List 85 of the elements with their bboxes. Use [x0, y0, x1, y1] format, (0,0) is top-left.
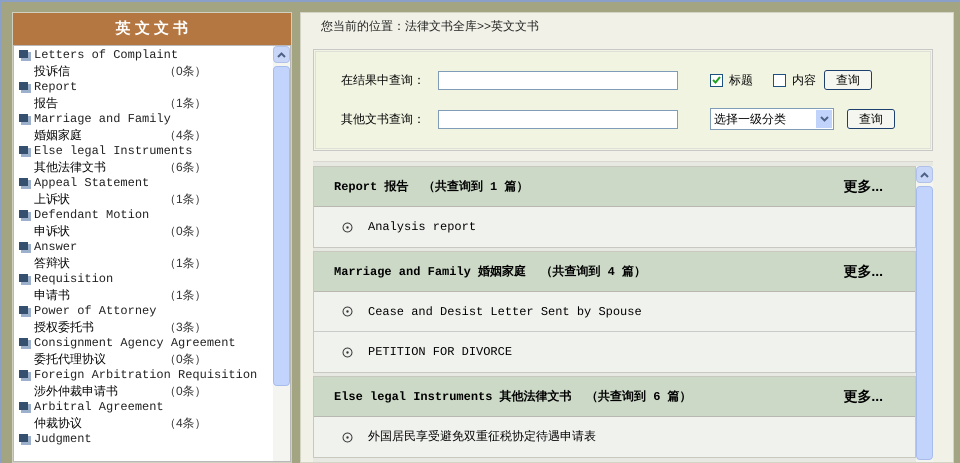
item-count: （0条）	[164, 223, 207, 240]
item-count: （1条）	[164, 95, 207, 112]
checkbox[interactable]	[710, 74, 723, 86]
square-bullet-icon	[18, 272, 32, 286]
category-link[interactable]: Else legal Instruments	[34, 142, 192, 160]
category-link[interactable]: Arbitral Agreement	[34, 398, 164, 416]
category-select[interactable]: 选择一级分类	[710, 108, 834, 130]
circled-dot-icon	[342, 306, 353, 317]
square-bullet-icon	[18, 432, 32, 446]
more-link[interactable]: 更多...	[843, 261, 883, 282]
item-count: （1条）	[164, 287, 207, 304]
query-button[interactable]: 查询	[824, 70, 872, 90]
circled-dot-icon	[342, 346, 353, 358]
item-count: （6条）	[164, 159, 207, 176]
square-bullet-icon	[18, 336, 32, 350]
scroll-up-button[interactable]	[273, 46, 290, 63]
category-link[interactable]: 仲裁协议	[34, 414, 164, 432]
check-icon	[712, 76, 721, 84]
breadcrumb: 您当前的位置：法律文书全库>>英文文书	[320, 18, 540, 35]
more-link[interactable]: 更多...	[843, 386, 883, 407]
category-link[interactable]: 申诉状	[34, 222, 164, 240]
category-link[interactable]: 授权委托书	[34, 318, 164, 336]
item-count: （3条）	[164, 319, 207, 336]
category-link[interactable]: Requisition	[34, 270, 114, 288]
item-count: （0条）	[164, 383, 207, 400]
item-count: （0条）	[164, 63, 207, 80]
item-count: （1条）	[164, 255, 207, 272]
category-link[interactable]: Consignment Agency Agreement	[34, 334, 236, 352]
item-count: （4条）	[164, 127, 207, 144]
category-link[interactable]: 婚姻家庭	[34, 126, 164, 144]
field-label: 在结果中查询：	[341, 72, 426, 89]
category-link[interactable]: 委托代理协议	[34, 350, 164, 368]
square-bullet-icon	[18, 208, 32, 222]
category-link[interactable]: Defendant Motion	[34, 206, 150, 224]
category-link[interactable]: Letters of Complaint	[34, 46, 178, 64]
document-link[interactable]: Cease and Desist Letter Sent by Spouse	[368, 302, 642, 320]
scroll-up-button[interactable]	[916, 166, 933, 183]
category-link[interactable]: 涉外仲裁申请书	[34, 382, 164, 400]
item-count: （1条）	[164, 191, 207, 208]
item-count: （0条）	[164, 351, 207, 368]
category-link[interactable]: Answer	[34, 238, 78, 256]
square-bullet-icon	[18, 112, 32, 126]
document-link[interactable]: 外国居民享受避免双重征税协定待遇申请表	[368, 428, 596, 446]
group-title: Report 报告 （共查询到 1 篇）	[334, 178, 528, 196]
more-link[interactable]: 更多...	[843, 176, 883, 197]
checkbox-label: 内容	[792, 72, 817, 89]
document-link[interactable]: PETITION FOR DIVORCE	[368, 343, 512, 361]
category-link[interactable]: 其他法律文书	[34, 158, 164, 176]
category-link[interactable]: Power of Attorney	[34, 302, 156, 320]
square-bullet-icon	[18, 368, 32, 382]
document-link[interactable]: Analysis report	[368, 218, 476, 236]
square-bullet-icon	[18, 304, 32, 318]
category-link[interactable]: Appeal Statement	[34, 174, 150, 192]
field-label: 其他文书查询：	[341, 111, 426, 128]
chevron-up-icon	[277, 52, 286, 58]
category-link[interactable]: Foreign Arbitration Requisition	[34, 366, 258, 384]
sidebar-title: 英 文 文 书	[13, 13, 291, 45]
scrollbar[interactable]	[273, 46, 290, 461]
circled-dot-icon	[342, 432, 353, 442]
circled-dot-icon	[342, 222, 353, 232]
checkbox-label: 标题	[729, 72, 754, 89]
scroll-thumb[interactable]	[273, 66, 290, 386]
category-link[interactable]: 答辩状	[34, 254, 164, 272]
category-link[interactable]: Report	[34, 78, 78, 96]
square-bullet-icon	[18, 48, 32, 62]
group-title: Marriage and Family 婚姻家庭 （共查询到 4 篇）	[334, 264, 646, 280]
category-link[interactable]: 上诉状	[34, 190, 164, 208]
category-link[interactable]: 申请书	[34, 286, 164, 304]
category-link[interactable]: 投诉信	[34, 62, 164, 80]
square-bullet-icon	[18, 176, 32, 190]
category-link[interactable]: Judgment	[34, 430, 92, 448]
checkbox[interactable]	[773, 74, 786, 86]
query-button[interactable]: 查询	[847, 109, 895, 129]
square-bullet-icon	[18, 144, 32, 158]
item-count: （4条）	[164, 415, 207, 432]
square-bullet-icon	[18, 80, 32, 94]
chevron-down-icon	[820, 116, 828, 122]
category-link[interactable]: 报告	[34, 94, 164, 112]
square-bullet-icon	[18, 400, 32, 414]
chevron-up-icon	[920, 172, 929, 178]
search-field[interactable]	[438, 70, 678, 90]
search-field[interactable]	[438, 110, 678, 128]
square-bullet-icon	[18, 240, 32, 254]
category-link[interactable]: Marriage and Family	[34, 110, 171, 128]
group-title: Else legal Instruments 其他法律文书 （共查询到 6 篇）	[334, 388, 692, 406]
